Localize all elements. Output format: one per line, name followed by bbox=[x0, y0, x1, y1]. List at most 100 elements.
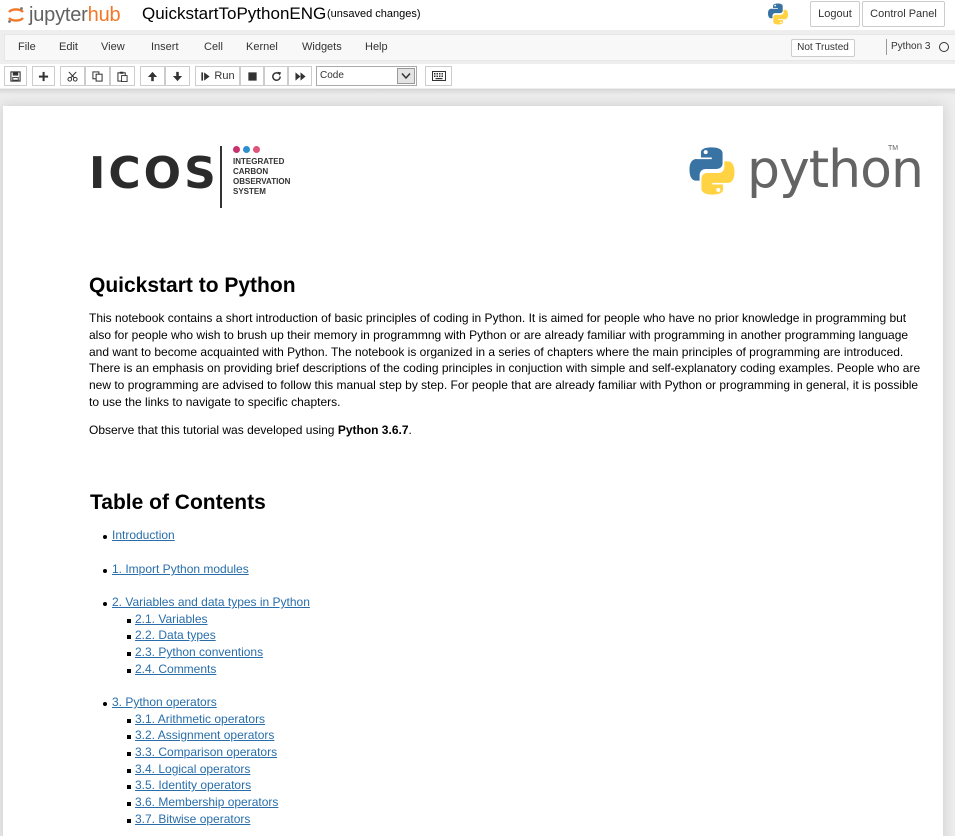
page-title: Quickstart to Python bbox=[89, 274, 296, 297]
toc-link-variables[interactable]: 2.1. Variables bbox=[135, 612, 208, 626]
toc-link-data-types[interactable]: 2.2. Data types bbox=[135, 628, 216, 642]
toc-link-comments[interactable]: 2.4. Comments bbox=[135, 662, 216, 676]
python-kernel-logo-icon bbox=[766, 2, 790, 26]
icos-dot-pink bbox=[253, 146, 260, 153]
icos-subtitle: INTEGRATED CARBON OBSERVATION SYSTEM bbox=[233, 157, 290, 197]
control-panel-button[interactable]: Control Panel bbox=[862, 1, 945, 27]
toc-link-python-conventions[interactable]: 2.3. Python conventions bbox=[135, 645, 263, 659]
toc-link-comparison-operators[interactable]: 3.3. Comparison operators bbox=[135, 745, 277, 759]
toc-square-bullet bbox=[127, 669, 131, 673]
toc-square-bullet bbox=[127, 819, 131, 823]
toc-link-bitwise-operators[interactable]: 3.7. Bitwise operators bbox=[135, 812, 250, 826]
keyboard-icon bbox=[431, 71, 446, 81]
python-version: Python 3.6.7 bbox=[337, 423, 409, 437]
paste-button[interactable] bbox=[110, 66, 135, 86]
jupyterhub-logo[interactable]: jupyter hub bbox=[7, 3, 121, 26]
insert-cell-button[interactable] bbox=[32, 66, 55, 86]
cell-type-value: Code bbox=[320, 70, 344, 81]
toc-link-membership-operators[interactable]: 3.6. Membership operators bbox=[135, 795, 278, 809]
kernel-idle-indicator-icon bbox=[939, 42, 949, 52]
menu-file[interactable]: File bbox=[18, 41, 36, 53]
toc-link-variables-data-types[interactable]: 2. Variables and data types in Python bbox=[112, 595, 310, 609]
icos-dot-blue bbox=[243, 146, 250, 153]
menubar: File Edit View Insert Cell Kernel Widget… bbox=[4, 34, 955, 61]
run-button[interactable]: Run bbox=[195, 66, 240, 86]
python-logo: python TM bbox=[685, 140, 924, 210]
toc-square-bullet bbox=[127, 769, 131, 773]
icos-dot-magenta bbox=[233, 146, 240, 153]
toc-link-import-modules[interactable]: 1. Import Python modules bbox=[112, 562, 249, 576]
icos-sub-line: OBSERVATION bbox=[233, 177, 291, 186]
hub-wordmark: hub bbox=[87, 3, 121, 26]
icos-sub-line: INTEGRATED bbox=[233, 157, 285, 166]
move-down-button[interactable] bbox=[165, 66, 190, 86]
icos-wordmark: ICOS bbox=[89, 148, 219, 199]
menu-kernel[interactable]: Kernel bbox=[246, 41, 278, 53]
arrow-up-icon bbox=[147, 71, 158, 81]
icos-sub-line: CARBON bbox=[233, 167, 269, 176]
save-icon bbox=[10, 70, 21, 82]
cell-type-select[interactable]: Code bbox=[316, 66, 417, 86]
toc-square-bullet bbox=[127, 802, 131, 806]
restart-run-all-button[interactable] bbox=[288, 66, 312, 86]
toc-link-logical-operators[interactable]: 3.4. Logical operators bbox=[135, 762, 250, 776]
stop-icon bbox=[247, 71, 257, 81]
jupyterhub-header: jupyter hub QuickstartToPythonENG (unsave… bbox=[0, 0, 955, 30]
menu-help[interactable]: Help bbox=[365, 41, 388, 53]
trust-status-button[interactable]: Not Trusted bbox=[791, 39, 855, 57]
command-palette-button[interactable] bbox=[425, 66, 452, 86]
menu-insert[interactable]: Insert bbox=[151, 41, 179, 53]
copy-icon bbox=[92, 70, 103, 82]
kernel-name: Python 3 bbox=[886, 39, 930, 55]
paste-icon bbox=[117, 71, 128, 82]
toc-link-identity-operators[interactable]: 3.5. Identity operators bbox=[135, 778, 251, 792]
chevron-down-icon bbox=[397, 68, 415, 84]
icos-separator bbox=[220, 146, 222, 208]
menu-widgets[interactable]: Widgets bbox=[302, 41, 342, 53]
python-snakes-icon bbox=[689, 147, 735, 195]
step-forward-icon bbox=[201, 71, 211, 81]
toc-square-bullet bbox=[127, 735, 131, 739]
version-prefix: Observe that this tutorial was developed… bbox=[89, 423, 338, 437]
toc-link-python-operators[interactable]: 3. Python operators bbox=[112, 695, 217, 709]
python-trademark: TM bbox=[888, 145, 899, 152]
header-shadow bbox=[0, 89, 955, 95]
save-status: (unsaved changes) bbox=[327, 8, 421, 20]
save-button[interactable] bbox=[4, 66, 27, 86]
toc-bullet bbox=[103, 602, 107, 606]
fast-forward-icon bbox=[294, 71, 306, 81]
run-button-label: Run bbox=[214, 70, 235, 82]
toc-square-bullet bbox=[127, 652, 131, 656]
restart-kernel-button[interactable] bbox=[264, 66, 288, 86]
toc-square-bullet bbox=[127, 619, 131, 623]
plus-icon bbox=[38, 71, 49, 81]
cut-icon bbox=[67, 71, 78, 82]
toc-link-introduction[interactable]: Introduction bbox=[112, 528, 175, 542]
toc-square-bullet bbox=[127, 635, 131, 639]
move-up-button[interactable] bbox=[140, 66, 165, 86]
toc-square-bullet bbox=[127, 785, 131, 789]
toc-title: Table of Contents bbox=[90, 491, 266, 514]
logout-button[interactable]: Logout bbox=[810, 1, 860, 27]
copy-button[interactable] bbox=[85, 66, 110, 86]
notebook-name[interactable]: QuickstartToPythonENG bbox=[142, 4, 326, 24]
version-suffix: . bbox=[408, 423, 412, 437]
menu-edit[interactable]: Edit bbox=[59, 41, 78, 53]
toc-link-arithmetic-operators[interactable]: 3.1. Arithmetic operators bbox=[135, 712, 265, 726]
menu-cell[interactable]: Cell bbox=[204, 41, 223, 53]
menu-view[interactable]: View bbox=[101, 41, 125, 53]
intro-paragraph: This notebook contains a short introduct… bbox=[89, 311, 921, 409]
jupyter-logo-icon bbox=[7, 6, 25, 24]
toc-bullet bbox=[103, 569, 107, 573]
version-note: Observe that this tutorial was developed… bbox=[89, 422, 921, 439]
toc-link-assignment-operators[interactable]: 3.2. Assignment operators bbox=[135, 728, 274, 742]
arrow-down-icon bbox=[172, 71, 183, 81]
toc-square-bullet bbox=[127, 752, 131, 756]
interrupt-kernel-button[interactable] bbox=[240, 66, 264, 86]
notebook-page[interactable]: ICOS INTEGRATED CARBON OBSERVATION SYSTE… bbox=[3, 106, 943, 836]
cut-button[interactable] bbox=[60, 66, 85, 86]
toc-bullet bbox=[103, 535, 107, 539]
icos-sub-line: SYSTEM bbox=[233, 187, 266, 196]
toc-square-bullet bbox=[127, 719, 131, 723]
toc-bullet bbox=[103, 702, 107, 706]
